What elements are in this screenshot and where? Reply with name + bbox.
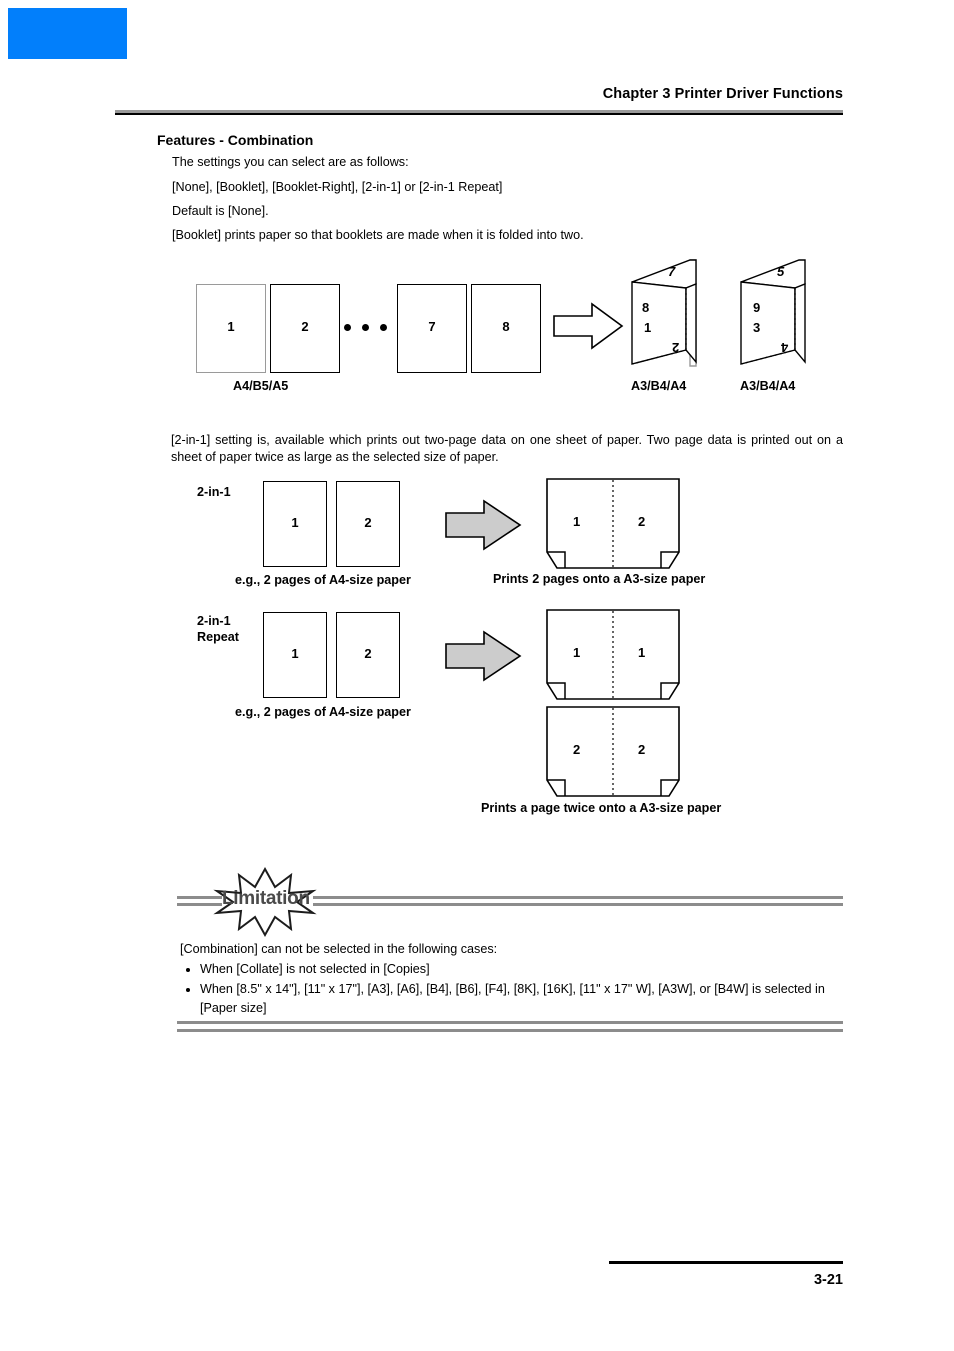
limitation-bullet-2: When [8.5" x 14"], [11" x 17"], [A3], [A… [200,982,825,1015]
result-number: 2 [573,742,581,757]
repeat-source-sheet: 2 [336,612,400,698]
two-in-one-result-caption: Prints 2 pages onto a A3-size paper [493,572,706,586]
folded-left-bottom-flap-number: 2 [672,340,680,355]
limitation-bottom-rule-lower [177,1029,843,1032]
result-number: 1 [573,514,581,529]
repeat-result-sheet-1: 1 1 [546,609,680,701]
repeat-label-line1: 2-in-1 [197,614,231,628]
folded-left-upper-number: 8 [642,300,650,315]
two-in-one-source-sheet: 1 [263,481,327,567]
repeat-result-sheet-2: 2 2 [546,706,680,798]
header-rule-black [115,113,843,115]
folded-left-caption: A3/B4/A4 [631,379,687,393]
two-in-one-source-caption: e.g., 2 pages of A4-size paper [235,573,411,587]
two-in-one-result-sheet: 1 2 [546,478,680,570]
two-in-one-repeat-label: 2-in-1 Repeat [197,613,239,645]
booklet-source-sheet: 2 [270,284,340,373]
booklet-source-sheet: 1 [196,284,266,373]
folded-right-lower-number: 3 [753,320,761,335]
result-number: 1 [638,645,646,660]
two-in-one-label: 2-in-1 [197,485,231,499]
repeat-source-caption: e.g., 2 pages of A4-size paper [235,705,411,719]
repeat-label-line2: Repeat [197,630,239,644]
intro-line-4: [Booklet] prints paper so that booklets … [172,228,584,242]
folded-booklet-left: 7 8 1 2 [624,254,704,374]
booklet-source-sheet: 7 [397,284,467,373]
sheet-number: 2 [301,319,309,334]
sheet-number: 1 [227,319,235,334]
intro-line-3: Default is [None]. [172,204,269,218]
booklet-source-sheet: 8 [471,284,541,373]
chapter-title: Chapter 3 Printer Driver Functions [602,86,843,102]
limitation-intro: [Combination] can not be selected in the… [180,942,498,956]
sheet-number: 2 [364,646,372,661]
ellipsis-dots [344,324,387,331]
corner-tab-marker [8,8,127,59]
intro-line-2: [None], [Booklet], [Booklet-Right], [2-i… [172,180,503,194]
two-in-one-source-sheet: 2 [336,481,400,567]
sheet-number: 1 [291,515,299,530]
transform-arrow-hollow [552,300,624,352]
repeat-source-sheet: 1 [263,612,327,698]
folded-right-bottom-flap-number: 4 [781,340,789,355]
result-number: 1 [573,645,581,660]
booklet-source-caption: A4/B5/A5 [233,379,289,393]
bullet-marker [186,988,190,992]
transform-arrow-gray [444,497,524,553]
ellipsis-dot [362,324,369,331]
ellipsis-dot [344,324,351,331]
bullet-marker [186,968,190,972]
limitation-rule-right-lower [313,903,843,906]
repeat-result-caption: Prints a page twice onto a A3-size paper [481,801,722,815]
folded-right-caption: A3/B4/A4 [740,379,796,393]
sheet-number: 7 [428,319,436,334]
ellipsis-dot [380,324,387,331]
page-number: 3-21 [813,1272,843,1288]
folded-booklet-right: 5 6 3 4 [733,254,813,374]
folded-left-top-flap-number: 7 [668,264,676,279]
result-number: 2 [638,514,646,529]
two-in-one-paragraph: [2-in-1] setting is, available which pri… [171,433,843,464]
folded-right-upper-number: 6 [753,300,761,315]
sheet-number: 2 [364,515,372,530]
document-page: Chapter 3 Printer Driver Functions Featu… [0,0,954,1351]
sheet-number: 8 [502,319,510,334]
limitation-bullet-1: When [Collate] is not selected in [Copie… [200,962,430,976]
footer-rule [609,1261,843,1264]
folded-right-top-flap-number: 5 [777,264,785,279]
limitation-banner-label: Limitation [222,888,310,909]
page-title: Features - Combination [157,132,314,148]
sheet-number: 1 [291,646,299,661]
transform-arrow-gray [444,628,524,684]
limitation-bottom-rule-upper [177,1021,843,1024]
result-number: 2 [638,742,646,757]
intro-line-1: The settings you can select are as follo… [172,155,409,169]
limitation-rule-right-upper [313,896,843,899]
folded-left-lower-number: 1 [644,320,652,335]
